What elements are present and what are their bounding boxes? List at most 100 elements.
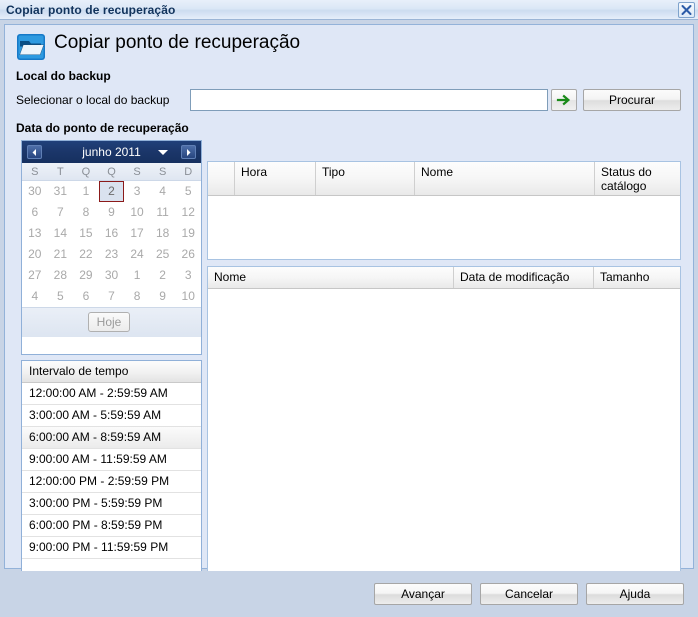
arrow-right-glyph [556, 94, 571, 106]
chevron-right-icon[interactable] [181, 145, 196, 159]
calendar-day[interactable]: 10 [175, 286, 201, 307]
green-arrow-right-icon[interactable] [551, 89, 577, 111]
column-header[interactable]: Hora [235, 162, 316, 195]
column-header[interactable]: Tamanho [594, 267, 680, 288]
calendar-day[interactable]: 7 [48, 202, 74, 223]
column-header[interactable]: Nome [415, 162, 595, 195]
calendar-day[interactable]: 10 [124, 202, 150, 223]
calendar-day-grid[interactable]: 30 31 1 2 3 4 5 6 7 8 9 10 11 12 13 14 15 16 17 18 19 20 21 22 2… [22, 181, 201, 307]
time-interval-row[interactable]: 6:00:00 PM - 8:59:59 PM [22, 515, 201, 537]
calendar-day[interactable]: 18 [150, 223, 176, 244]
date-picker-calendar[interactable]: junho 2011 STQQSSD 30 31 1 2 3 4 5 6 7 8 9 10 11 12 13… [21, 140, 202, 355]
calendar-weekday-2: Q [81, 166, 91, 178]
time-interval-row[interactable]: 3:00:00 PM - 5:59:59 PM [22, 493, 201, 515]
close-glyph [681, 5, 692, 15]
calendar-day[interactable]: 15 [73, 223, 99, 244]
calendar-day[interactable]: 26 [175, 244, 201, 265]
calendar-weekday-4: S [133, 166, 141, 178]
calendar-day[interactable]: 29 [73, 265, 99, 286]
calendar-footer: Hoje [22, 307, 201, 337]
calendar-day[interactable]: 5 [175, 181, 201, 202]
time-interval-row[interactable]: 12:00:00 AM - 2:59:59 AM [22, 383, 201, 405]
calendar-day[interactable]: 13 [22, 223, 48, 244]
column-header[interactable]: Tipo [316, 162, 415, 195]
calendar-day[interactable]: 20 [22, 244, 48, 265]
chevron-down-icon[interactable] [158, 150, 168, 155]
calendar-day[interactable]: 4 [22, 286, 48, 307]
calendar-day[interactable]: 21 [48, 244, 74, 265]
calendar-day[interactable]: 7 [99, 286, 125, 307]
calendar-weekday-3: Q [107, 166, 116, 178]
calendar-day[interactable]: 4 [150, 181, 176, 202]
calendar-day[interactable]: 24 [124, 244, 150, 265]
browse-button[interactable]: Procurar [583, 89, 681, 111]
calendar-day[interactable]: 9 [150, 286, 176, 307]
column-header[interactable]: Status do catálogo [595, 162, 680, 195]
calendar-day[interactable]: 9 [99, 202, 125, 223]
backup-location-input[interactable] [190, 89, 548, 111]
dialog-footer: Avançar Cancelar Ajuda [0, 571, 698, 617]
recovery-date-section-label: Data do ponto de recuperação [16, 121, 189, 135]
calendar-day[interactable]: 11 [150, 202, 176, 223]
cancel-button[interactable]: Cancelar [480, 583, 578, 605]
recovery-points-table[interactable]: Hora Tipo Nome Status do catálogo [207, 161, 681, 260]
contents-table[interactable]: Nome Data de modificação Tamanho [207, 266, 681, 584]
column-header[interactable]: Nome [208, 267, 454, 288]
calendar-day[interactable]: 31 [48, 181, 74, 202]
calendar-day[interactable]: 17 [124, 223, 150, 244]
dialog-content-panel: Copiar ponto de recuperação Local do bac… [4, 24, 694, 584]
time-interval-row[interactable]: 3:00:00 AM - 5:59:59 AM [22, 405, 201, 427]
calendar-day[interactable]: 14 [48, 223, 74, 244]
calendar-weekday-header: STQQSSD [22, 163, 201, 181]
calendar-month-label: junho 2011 [82, 145, 141, 159]
calendar-weekday-5: S [159, 166, 167, 178]
calendar-day[interactable]: 5 [48, 286, 74, 307]
next-button[interactable]: Avançar [374, 583, 472, 605]
calendar-day[interactable]: 2 [150, 265, 176, 286]
window-title: Copiar ponto de recuperação [6, 3, 176, 17]
calendar-day[interactable]: 16 [99, 223, 125, 244]
calendar-day[interactable]: 8 [124, 286, 150, 307]
calendar-day[interactable]: 6 [22, 202, 48, 223]
column-header[interactable]: Data de modificação [454, 267, 594, 288]
calendar-weekday-1: T [57, 166, 64, 178]
today-button[interactable]: Hoje [88, 312, 130, 332]
calendar-day[interactable]: 28 [48, 265, 74, 286]
calendar-header: junho 2011 [22, 141, 201, 163]
time-interval-row[interactable]: 9:00:00 PM - 11:59:59 PM [22, 537, 201, 559]
calendar-day[interactable]: 22 [73, 244, 99, 265]
calendar-day[interactable]: 23 [99, 244, 125, 265]
time-interval-list-header: Intervalo de tempo [22, 361, 201, 383]
calendar-day[interactable]: 1 [73, 181, 99, 202]
calendar-day[interactable]: 1 [124, 265, 150, 286]
calendar-day-selected[interactable]: 2 [98, 181, 125, 202]
calendar-day[interactable]: 3 [124, 181, 150, 202]
time-interval-list-body: 12:00:00 AM - 2:59:59 AM 3:00:00 AM - 5:5… [22, 383, 201, 559]
calendar-day[interactable]: 25 [150, 244, 176, 265]
close-icon[interactable] [678, 2, 695, 18]
page-title: Copiar ponto de recuperação [54, 32, 301, 53]
calendar-day[interactable]: 3 [175, 265, 201, 286]
time-interval-row[interactable]: 12:00:00 PM - 2:59:59 PM [22, 471, 201, 493]
time-interval-list[interactable]: Intervalo de tempo 12:00:00 AM - 2:59:59… [21, 360, 202, 584]
calendar-day[interactable]: 19 [175, 223, 201, 244]
column-header[interactable] [208, 162, 235, 195]
window-titlebar: Copiar ponto de recuperação [0, 0, 698, 20]
calendar-day[interactable]: 30 [99, 265, 125, 286]
calendar-day[interactable]: 27 [22, 265, 48, 286]
calendar-weekday-0: S [31, 166, 39, 178]
time-interval-row[interactable]: 6:00:00 AM - 8:59:59 AM [22, 427, 201, 449]
calendar-weekday-6: D [184, 166, 193, 178]
calendar-day[interactable]: 8 [73, 202, 99, 223]
recovery-points-table-header: Hora Tipo Nome Status do catálogo [208, 162, 680, 196]
backup-location-field-label: Selecionar o local do backup [16, 93, 170, 107]
contents-table-header: Nome Data de modificação Tamanho [208, 267, 680, 289]
calendar-day[interactable]: 30 [22, 181, 48, 202]
time-interval-row[interactable]: 9:00:00 AM - 11:59:59 AM [22, 449, 201, 471]
backup-location-section-label: Local do backup [16, 69, 111, 83]
folder-open-icon [17, 34, 45, 60]
calendar-day[interactable]: 6 [73, 286, 99, 307]
help-button[interactable]: Ajuda [586, 583, 684, 605]
calendar-day[interactable]: 12 [175, 202, 201, 223]
chevron-right-glyph [187, 149, 191, 156]
